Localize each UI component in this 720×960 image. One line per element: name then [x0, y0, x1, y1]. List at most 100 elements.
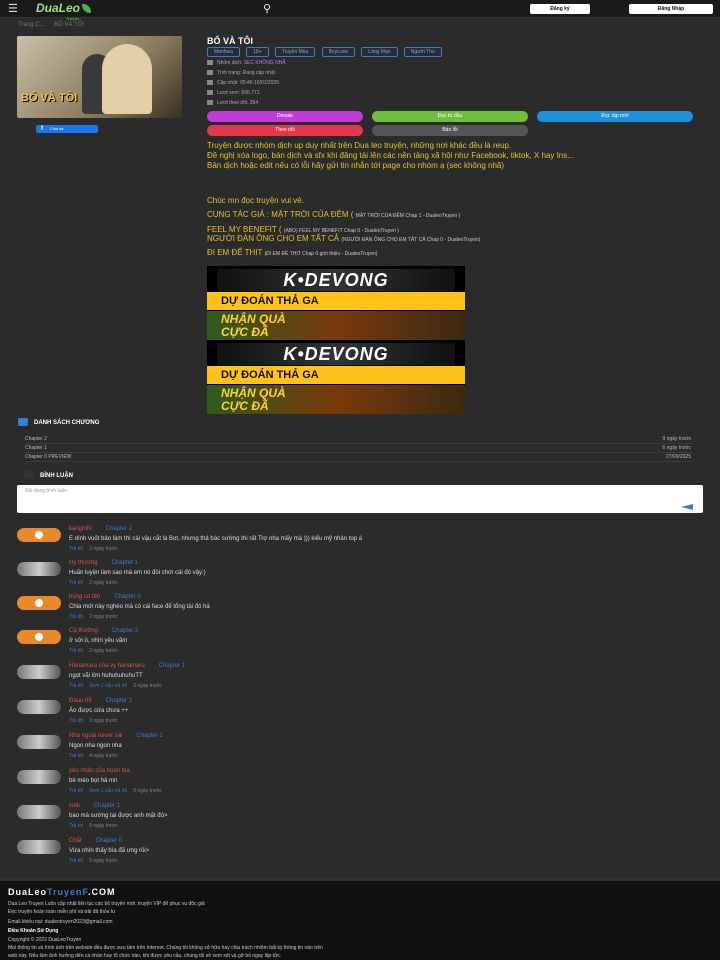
comment-user[interactable]: Đàuu 09 Chapter 2 [69, 697, 132, 706]
reply-link[interactable]: Trả lời [69, 580, 83, 586]
recommend-sub: MẶT TRỜI CỦA ĐÊM Chap 1 - DualeoTruyen ) [355, 213, 461, 219]
reply-link[interactable]: Trả lời [69, 823, 83, 829]
reply-link[interactable]: Trả lời [69, 718, 83, 724]
comment-user[interactable]: Hy thương Chapter 1 [69, 559, 138, 568]
comment-user[interactable]: Hanamaru của vy hanamaru Chapter 1 [69, 662, 185, 671]
footer-copyright: Copyright © 2022 DuaLeoTruyen [8, 937, 82, 943]
comment-chapter[interactable]: Chapter 1 [136, 733, 162, 739]
chapter-row[interactable]: Chapter 0 PREVIEW 27/09/2025 [25, 453, 693, 462]
read-first-button[interactable]: Đọc từ đầu [372, 111, 528, 122]
cover-image: BỐ VÀ TÔI [17, 36, 182, 118]
comment-username: Cá thường [69, 628, 98, 634]
login-button[interactable]: Đăng Nhập [629, 4, 713, 14]
comment-item: Hy thương Chapter 1 Huấn luyện làm sao mà … [17, 559, 703, 593]
avatar [17, 562, 61, 576]
reply-link[interactable]: Trả lời [69, 546, 83, 552]
comment-time: 2 ngày trước [89, 546, 118, 552]
ad-line2: NHẬN QUÀ CỰC ĐÃ [207, 385, 465, 414]
list-icon [18, 418, 28, 427]
site-logo[interactable]: DuaLeo Truyen [36, 1, 108, 21]
reply-link[interactable]: Trả lời [69, 648, 83, 654]
comment-time: 2 ngày trước [89, 614, 118, 620]
footer-brand[interactable]: DuaLeoTruyenF.COM [8, 887, 116, 897]
ad-line2-text: NHẬN QUÀ [221, 312, 286, 326]
comment-chapter[interactable]: Chapter 2 [106, 698, 132, 704]
recommend-item[interactable]: ĐI EM ĐỂ THIT (ĐI EM ĐỂ THIT Chap 0 giới… [207, 248, 702, 259]
comment-user[interactable]: kangmhi Chapter 2 [69, 525, 132, 534]
register-button[interactable]: Đăng ký [530, 4, 590, 14]
avatar [17, 665, 61, 679]
follow-button[interactable]: Theo dõi [207, 125, 363, 136]
footer-terms-link[interactable]: Điều Khoản Sử Dụng [8, 927, 708, 935]
recommend-item[interactable]: NGƯỜI ĐÀN ÔNG CHO EM TẤT CẢ (NGƯỜI ĐÀN Ô… [207, 234, 702, 245]
cover-title: BỐ VÀ TÔI [21, 92, 78, 104]
footer-line: Đọc truyện hoàn toàn miễn phí và trải đã… [8, 909, 116, 915]
comment-user[interactable]: hùng có tên Chapter 0 [69, 593, 141, 602]
breadcrumb-current[interactable]: BỐ VÀ TÔI [54, 22, 84, 28]
comment-chapter[interactable]: Chapter 2 [106, 526, 132, 532]
comment-meta: Trả lời 2 ngày trước [69, 579, 118, 587]
chapter-row[interactable]: Chapter 2 9 ngày trước [25, 435, 693, 444]
comment-meta: Trả lời 2 ngày trước [69, 545, 118, 553]
comment-user[interactable]: yêu nhân của hoàn bia [69, 767, 144, 776]
updated-info: Cập nhật: 05:46 10/01/2025 [207, 78, 279, 88]
comment-user[interactable]: Cá thường Chapter 2 [69, 627, 138, 636]
comment-username: yêu nhân của hoàn bia [69, 768, 130, 774]
view-replies-link[interactable]: Xem 1 câu trả lời [89, 683, 127, 689]
tag-item[interactable]: Manhwa [207, 47, 240, 57]
footer: DuaLeoTruyenF.COM Dua Leo Truyen Luôn cậ… [0, 878, 720, 960]
reply-link[interactable]: Trả lời [69, 788, 83, 794]
comment-input[interactable]: Nội dung bình luận [17, 485, 703, 513]
comment-meta: Trả lời 5 ngày trước [69, 857, 118, 865]
tag-item[interactable]: Truyện Màu [274, 47, 316, 57]
avatar [17, 805, 61, 819]
tag-item[interactable]: BoyLove [321, 47, 356, 57]
tag-item[interactable]: Lãng Mạn [361, 47, 398, 57]
status-info: Tình trạng: Đang cập nhật [207, 68, 275, 78]
comment-text: ngọt vãi lờn huhuhuhuhuTT [69, 673, 143, 679]
chapters-title: DANH SÁCH CHƯƠNG [34, 420, 100, 426]
send-icon[interactable] [681, 504, 693, 510]
comment-chapter[interactable]: Chapter 2 [112, 628, 138, 634]
facebook-share-button[interactable]: Chia sẻ [36, 125, 98, 133]
tag-item[interactable]: 18+ [246, 47, 269, 57]
group-link[interactable]: SEC KHÔNG NHÃ [244, 60, 286, 66]
recommend-item[interactable]: CUNG TÁC GIẢ : MẶT TRỜI CỦA ĐÊM ( MẶT TR… [207, 210, 702, 221]
ad-panel: K•DEVONG DỰ ĐOÁN THẢ GA NHẬN QUÀ CỰC ĐÃ [207, 340, 465, 414]
chapter-date: 9 ngày trước [662, 436, 691, 442]
clock-icon [207, 80, 213, 86]
comment-chapter[interactable]: Chapter 1 [159, 663, 185, 669]
comment-chapter[interactable]: Chapter 1 [94, 803, 120, 809]
search-icon[interactable]: ⚲ [260, 2, 274, 16]
breadcrumb-home[interactable]: Trang C... [18, 22, 44, 28]
footer-disclaimer: web này. Nếu làm ảnh hưởng đến cá nhân h… [8, 953, 282, 959]
comment-user[interactable]: Chắt Chapter 0 [69, 837, 122, 846]
ad-line2: NHẬN QUÀ CỰC ĐÃ [207, 311, 465, 340]
ad-banner[interactable]: K•DEVONG DỰ ĐOÁN THẢ GA NHẬN QUÀ CỰC ĐÃ K… [207, 266, 465, 414]
comment-text: bao mà sướng tại được anh mặt đó> [69, 813, 168, 819]
comment-time: 5 ngày trước [89, 823, 118, 829]
comment-meta: Trả lời Xem 1 câu trả lời 5 ngày trước [69, 787, 162, 795]
view-replies-link[interactable]: Xem 1 câu trả lời [89, 788, 127, 794]
comment-chapter[interactable]: Chapter 1 [112, 560, 138, 566]
reply-link[interactable]: Trả lời [69, 753, 83, 759]
reply-link[interactable]: Trả lời [69, 858, 83, 864]
donate-button[interactable]: Donate [207, 111, 363, 122]
reply-link[interactable]: Trả lời [69, 614, 83, 620]
read-latest-button[interactable]: Đọc tập mới [537, 111, 693, 122]
chapter-date: 27/09/2025 [665, 454, 691, 460]
recommend-sub: (ĐI EM ĐỂ THIT Chap 0 giới thiệu - Duale… [264, 251, 378, 257]
menu-icon[interactable]: ☰ [8, 4, 22, 15]
report-button[interactable]: Báo lỗi [372, 125, 528, 136]
description: Truyện được nhóm dịch up duy nhất trên D… [207, 141, 702, 171]
footer-email[interactable]: Email khiếu nại: dualeotruyen2023@gmail.… [8, 918, 708, 926]
comment-meta: Trả lời 5 ngày trước [69, 822, 118, 830]
comment-user[interactable]: Nhà ngoại never sai Chapter 1 [69, 732, 163, 741]
chapter-name: Chapter 0 PREVIEW [25, 454, 72, 460]
chapter-row[interactable]: Chapter 1 6 ngày trước [25, 444, 693, 453]
comment-user[interactable]: lonii Chapter 1 [69, 802, 120, 811]
reply-link[interactable]: Trả lời [69, 683, 83, 689]
tag-item[interactable]: Người Thú [403, 47, 442, 57]
comment-chapter[interactable]: Chapter 0 [114, 594, 140, 600]
comment-chapter[interactable]: Chapter 0 [96, 838, 122, 844]
